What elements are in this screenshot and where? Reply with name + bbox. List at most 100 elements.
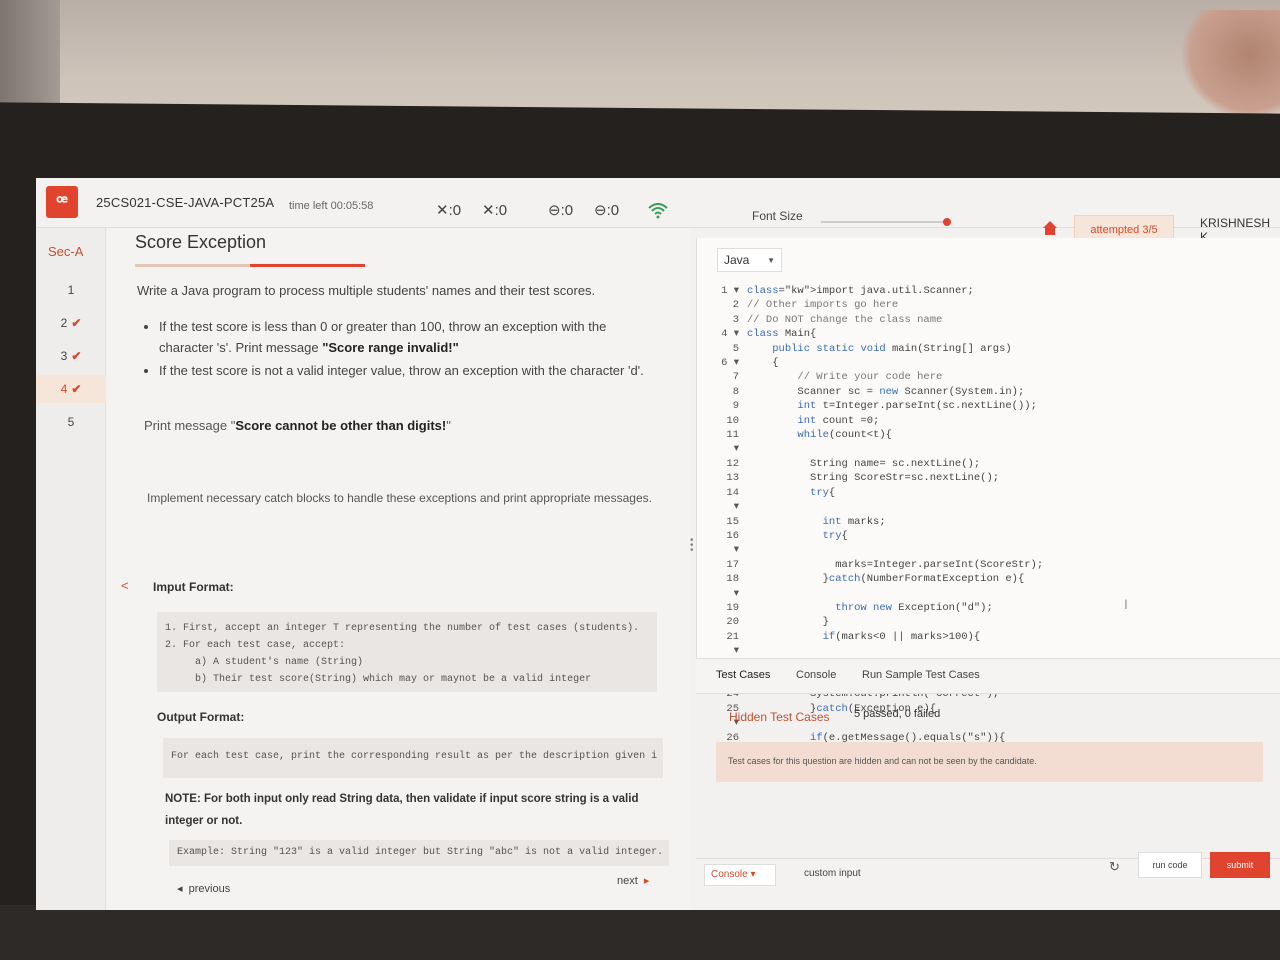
question-panel: Score Exception Write a Java program to … — [107, 228, 758, 910]
implementation-text: Implement necessary catch blocks to hand… — [147, 491, 652, 505]
code-text: String ScoreStr=sc.nextLine(); — [747, 472, 1000, 485]
tab-console[interactable]: Console — [796, 669, 836, 681]
counter-fullscreen-exit: ✕:0 — [482, 202, 508, 219]
code-line[interactable]: 15 int marks; — [717, 515, 1277, 529]
output-format-heading: Output Format: — [157, 710, 245, 724]
counter-tab-switch: ✕:0 — [436, 202, 462, 219]
question-title: Score Exception — [135, 232, 267, 252]
line-number: 3 — [732, 313, 739, 326]
language-select[interactable]: Java ▼ — [717, 248, 782, 272]
code-line[interactable]: 1 ▾ class="kw">import java.util.Scanner; — [717, 284, 1277, 298]
output-format-code: For each test case, print the correspond… — [163, 738, 663, 778]
code-line[interactable]: 12 String name= sc.nextLine(); — [717, 457, 1277, 471]
code-line[interactable]: 11 ▾ while(count<t){ — [717, 428, 1277, 457]
line-number: 4 ▾ — [721, 328, 739, 341]
code-text: class="kw">import java.util.Scanner; — [747, 285, 974, 297]
panel-resize-handle[interactable]: • • • — [690, 536, 694, 556]
line-number: 17 — [726, 558, 739, 571]
input-format-heading: Imput Format: — [153, 580, 234, 594]
code-text: { — [747, 357, 779, 370]
code-text: public static void main(String[] args) — [772, 342, 1012, 355]
code-line[interactable]: 18 ▾ }catch(NumberFormatException e){ — [717, 572, 1277, 601]
line-number: 11 ▾ — [726, 429, 739, 456]
collapse-panel-icon[interactable]: < — [121, 578, 129, 593]
run-code-button[interactable]: run code — [1138, 852, 1202, 878]
rule-item: If the test score is less than 0 or grea… — [159, 316, 659, 358]
time-left: time left 00:05:58 — [289, 200, 374, 212]
question-nav-item-5[interactable]: 5 — [36, 408, 106, 436]
submit-button[interactable]: submit — [1210, 852, 1270, 878]
rule-item: If the test score is not a valid integer… — [159, 360, 659, 381]
next-button[interactable]: next ▸ — [617, 874, 649, 887]
custom-input-toggle[interactable]: custom input — [804, 868, 861, 879]
code-editor[interactable]: Java ▼ 1 ▾ class="kw">import java.util.Sca… — [696, 238, 1280, 758]
home-icon[interactable] — [1042, 220, 1058, 236]
code-line[interactable]: 10 int count =0; — [717, 414, 1277, 428]
console-select[interactable]: Console ▾ — [704, 864, 776, 886]
code-text: // Other imports go here — [747, 299, 899, 312]
rules-list: If the test score is less than 0 or grea… — [159, 316, 659, 383]
code-line[interactable]: 2 // Other imports go here — [717, 298, 1277, 312]
slider-knob[interactable] — [943, 218, 951, 226]
enter-icon: ⊖ — [548, 202, 561, 219]
chevron-down-icon: ▼ — [767, 256, 775, 265]
app-logo-icon: ꟹ — [46, 186, 78, 218]
code-line[interactable]: 16 ▾ try{ — [717, 529, 1277, 558]
chevron-left-icon: ◂ — [177, 883, 183, 895]
question-nav-item-4[interactable]: 4 ✔ — [36, 375, 106, 403]
exit-icon: ⊖ — [594, 202, 607, 219]
question-nav-item-1[interactable]: 1 — [36, 276, 106, 304]
section-label: Sec-A — [48, 244, 84, 259]
line-number: 13 — [726, 472, 739, 485]
code-text: }catch(NumberFormatException e){ — [747, 573, 1025, 586]
tab-run-sample[interactable]: Run Sample Test Cases — [862, 669, 980, 681]
code-text: // Write your code here — [747, 371, 943, 384]
code-line[interactable]: 3 // Do NOT change the class name — [717, 313, 1277, 327]
line-number: 18 ▾ — [726, 573, 739, 600]
line-number: 10 — [726, 414, 739, 427]
background-hand — [1180, 10, 1280, 120]
code-line[interactable]: 9 int t=Integer.parseInt(sc.nextLine()); — [717, 399, 1277, 413]
chevron-down-icon: ▾ — [750, 869, 756, 880]
line-number: 7 — [732, 371, 739, 384]
check-icon: ✔ — [71, 382, 82, 396]
code-line[interactable]: 5 public static void main(String[] args) — [717, 342, 1277, 356]
check-icon: ✔ — [71, 349, 82, 363]
line-number: 1 ▾ — [721, 285, 739, 297]
title-underline — [135, 264, 365, 267]
line-number: 16 ▾ — [726, 529, 739, 557]
code-text: int t=Integer.parseInt(sc.nextLine()); — [797, 400, 1037, 413]
line-number: 2 — [732, 299, 739, 312]
question-nav-item-2[interactable]: 2 ✔ — [36, 309, 106, 337]
question-nav: Sec-A 1 2 ✔ 3 ✔ 4 ✔ 5 — [36, 228, 106, 910]
line-number: 5 — [732, 342, 739, 355]
code-line[interactable]: 21 ▾ if(marks<0 || marks>100){ — [717, 630, 1277, 659]
previous-button[interactable]: ◂ previous — [177, 882, 230, 895]
code-line[interactable]: 17 marks=Integer.parseInt(ScoreStr); — [717, 558, 1277, 572]
font-size-slider[interactable] — [821, 218, 951, 226]
code-text: if(marks<0 || marks>100){ — [822, 630, 981, 643]
code-line[interactable]: 13 String ScoreStr=sc.nextLine(); — [717, 471, 1277, 485]
code-text: int count =0; — [797, 414, 880, 427]
reset-icon[interactable]: ↻ — [1109, 859, 1120, 875]
line-number: 12 — [726, 457, 739, 470]
code-line[interactable]: 14 ▾ try{ — [717, 486, 1277, 515]
code-line[interactable]: 8 Scanner sc = new Scanner(System.in); — [717, 385, 1277, 399]
line-number: 6 ▾ — [721, 357, 739, 370]
counter-exit: ⊖:0 — [594, 202, 620, 219]
line-number: 8 — [732, 385, 739, 398]
code-line[interactable]: 6 ▾ { — [717, 356, 1277, 370]
chevron-right-icon: ▸ — [643, 875, 650, 887]
code-text: try{ — [822, 529, 848, 542]
code-text: try{ — [810, 486, 836, 499]
code-line[interactable]: 20 } — [717, 615, 1277, 629]
question-nav-item-3[interactable]: 3 ✔ — [36, 342, 106, 370]
code-line[interactable]: 19 throw new Exception("d"); — [717, 601, 1277, 615]
check-icon: ✔ — [71, 316, 82, 330]
code-line[interactable]: 4 ▾ class Main{ — [717, 327, 1277, 341]
code-line[interactable]: 7 // Write your code here — [717, 370, 1277, 384]
code-text: throw new Exception("d"); — [835, 601, 993, 614]
font-size-label: Font Size — [752, 209, 803, 223]
tab-test-cases[interactable]: Test Cases — [716, 669, 770, 681]
hidden-test-cases-label[interactable]: Hidden Test Cases — [729, 710, 830, 724]
